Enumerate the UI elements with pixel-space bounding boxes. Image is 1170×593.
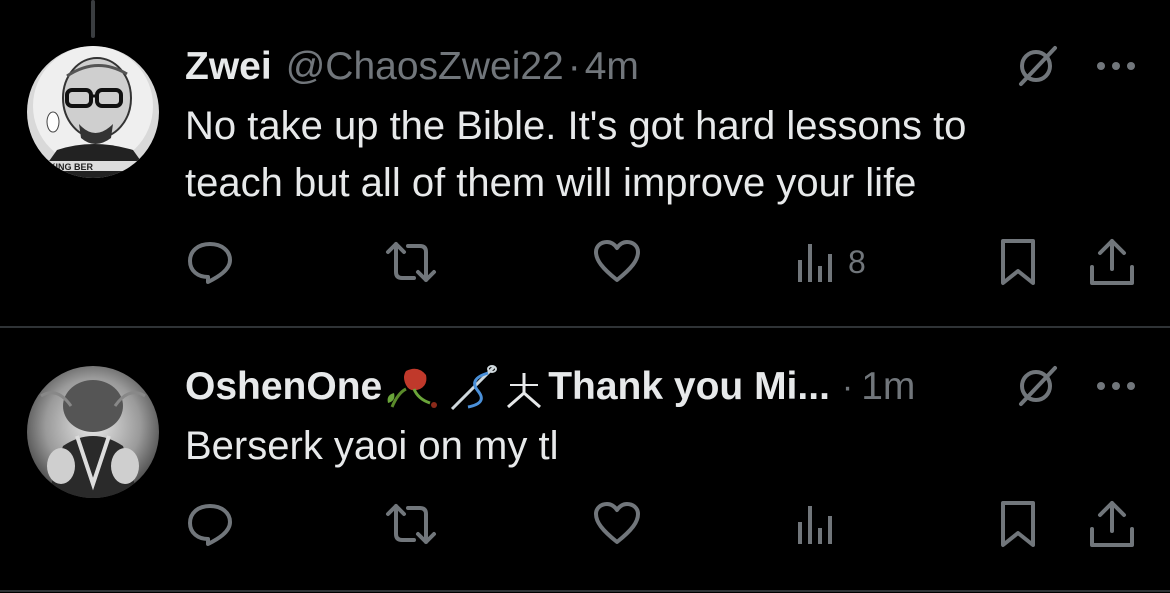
tweet-oshenone[interactable]: OshenOne Thank you Mi... · 1m Berserk ya… — [0, 328, 1170, 593]
user-handle[interactable]: @ChaosZwei22 — [286, 45, 564, 89]
grok-icon[interactable] — [1015, 44, 1059, 88]
like-button[interactable] — [592, 232, 642, 292]
like-button[interactable] — [592, 494, 642, 554]
tweet-text-line: teach but all of them will improve your … — [185, 161, 917, 205]
views-icon — [798, 506, 832, 544]
share-button[interactable] — [1088, 232, 1136, 292]
tweet-header: Zwei @ChaosZwei22 · 4m — [185, 42, 639, 92]
tweet-text-line: No take up the Bible. It's got hard less… — [185, 104, 967, 148]
repost-button[interactable] — [384, 232, 438, 292]
repost-icon — [386, 504, 436, 544]
tweet-text-line: Berserk yaoi on my tl — [185, 424, 559, 468]
bookmark-icon — [1001, 239, 1035, 285]
share-icon — [1090, 239, 1134, 285]
bookmark-icon — [1001, 501, 1035, 547]
more-options-icon[interactable] — [1093, 44, 1139, 88]
views-button[interactable] — [796, 494, 838, 554]
action-bar — [0, 494, 1170, 554]
heart-icon — [594, 240, 640, 282]
reply-icon — [188, 242, 232, 284]
views-icon — [798, 244, 832, 282]
repost-icon — [386, 242, 436, 282]
avatar[interactable] — [27, 366, 159, 498]
separator-dot: · — [567, 45, 581, 88]
reply-icon — [188, 504, 232, 546]
avatar[interactable]: KING BER — [27, 46, 159, 178]
reply-button[interactable] — [186, 232, 234, 292]
avatar-image: KING BER — [27, 46, 159, 178]
share-button[interactable] — [1088, 494, 1136, 554]
display-name[interactable]: Zwei — [185, 45, 272, 89]
display-name-prefix[interactable]: OshenOne — [185, 365, 382, 409]
heart-icon — [594, 502, 640, 544]
separator-dot: · — [841, 367, 854, 406]
tweet-text: No take up the Bible. It's got hard less… — [185, 98, 1085, 212]
tweet-divider — [0, 590, 1170, 592]
person-symbol-emoji — [507, 373, 542, 409]
tweet-text: Berserk yaoi on my tl — [185, 418, 1085, 475]
timestamp[interactable]: 4m — [585, 45, 639, 89]
reply-button[interactable] — [186, 494, 234, 554]
avatar-image — [27, 366, 159, 498]
avatar-banner-text: KING BER — [49, 162, 94, 172]
thread-needle-emoji — [451, 365, 498, 411]
timestamp[interactable]: 1m — [861, 365, 915, 409]
bookmark-button[interactable] — [998, 494, 1038, 554]
views-button[interactable]: 8 — [796, 232, 866, 292]
repost-button[interactable] — [384, 494, 438, 554]
action-bar: 8 — [0, 232, 1170, 292]
bookmark-button[interactable] — [998, 232, 1038, 292]
grok-icon[interactable] — [1015, 364, 1059, 408]
wilted-rose-emoji — [387, 368, 438, 408]
share-icon — [1090, 501, 1134, 547]
display-name-suffix[interactable]: Thank you Mi... — [548, 365, 830, 409]
tweet-zwei[interactable]: KING BER Zwei @ChaosZwei22 · 4m No take … — [0, 0, 1170, 326]
more-options-icon[interactable] — [1093, 364, 1139, 408]
views-count: 8 — [848, 243, 866, 280]
tweet-header: OshenOne Thank you Mi... · 1m — [185, 362, 915, 412]
display-name-emojis — [384, 363, 546, 411]
